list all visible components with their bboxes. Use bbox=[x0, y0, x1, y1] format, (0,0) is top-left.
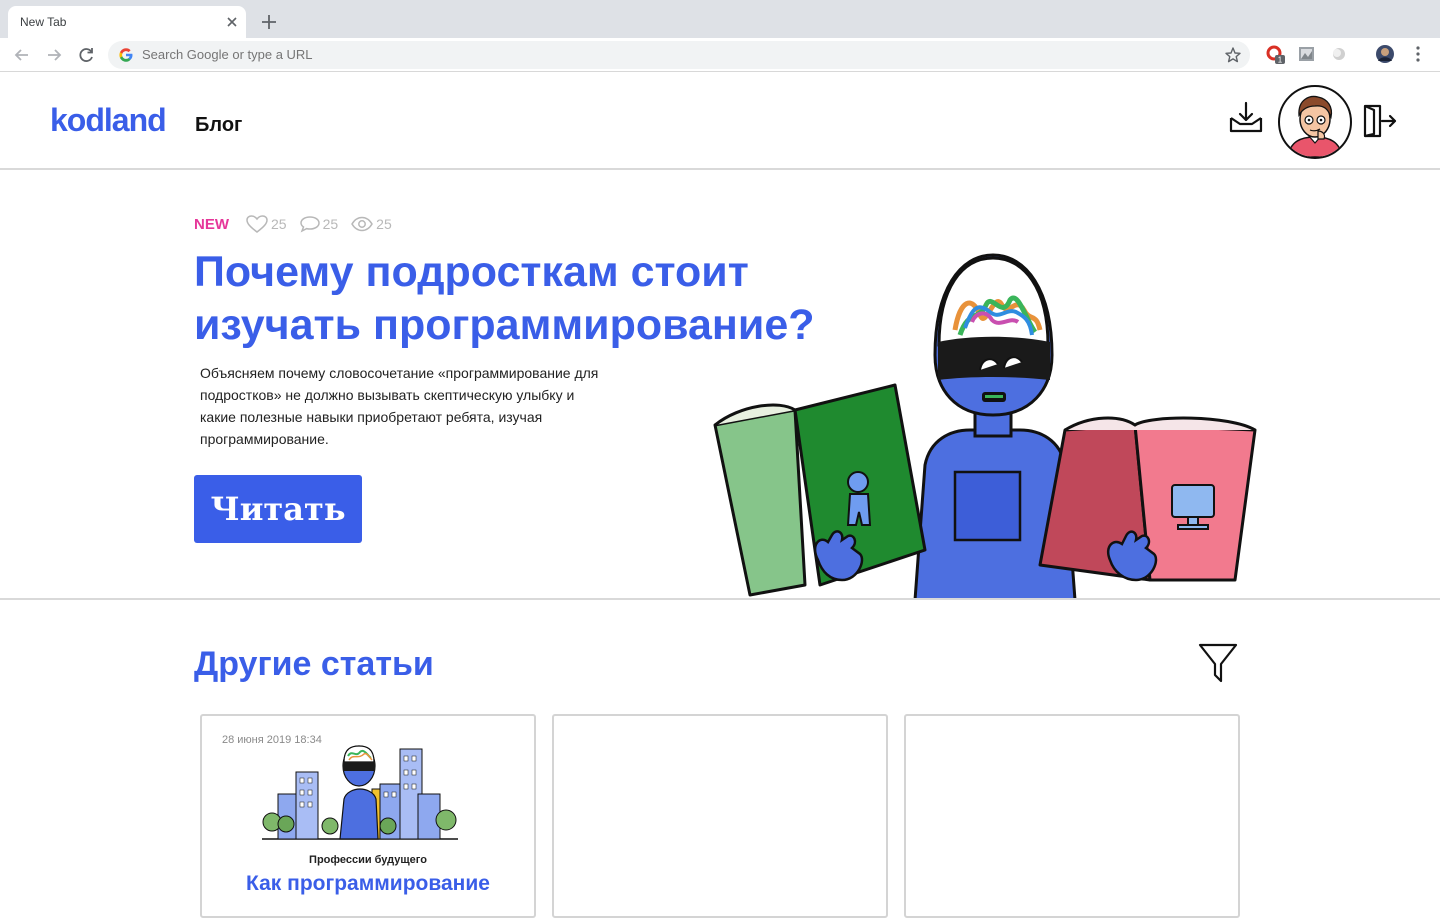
likes-stat[interactable]: 25 bbox=[245, 214, 287, 234]
forward-icon[interactable] bbox=[43, 44, 65, 66]
filter-icon[interactable] bbox=[1198, 642, 1238, 684]
article-description: Объясняем почему словосочетание «програм… bbox=[200, 365, 599, 447]
inbox-download-icon[interactable] bbox=[1228, 100, 1264, 136]
article-meta: NEW 25 25 25 bbox=[194, 214, 404, 234]
card-title[interactable]: Как программирование bbox=[202, 872, 534, 896]
user-avatar-image bbox=[1287, 95, 1343, 157]
reload-icon[interactable] bbox=[75, 44, 97, 66]
comment-icon bbox=[299, 216, 320, 233]
tab-title: New Tab bbox=[20, 15, 67, 29]
site-header: kodland Блог bbox=[0, 72, 1440, 170]
profile-avatar-icon[interactable] bbox=[1375, 44, 1395, 64]
views-count: 25 bbox=[376, 216, 392, 232]
article-card[interactable]: 28 июня 2019 18:34 Профессии будущего Ка… bbox=[200, 714, 536, 918]
new-tab-icon[interactable] bbox=[258, 11, 280, 33]
likes-count: 25 bbox=[271, 216, 287, 232]
close-icon[interactable] bbox=[222, 12, 242, 32]
other-articles-heading: Другие статьи bbox=[194, 645, 434, 683]
extension-icon[interactable]: 1 bbox=[1265, 44, 1285, 64]
read-button[interactable]: Читать bbox=[194, 475, 362, 543]
extension-badge: 1 bbox=[1278, 56, 1283, 65]
google-icon bbox=[119, 48, 133, 62]
circle-extension-icon[interactable] bbox=[1329, 44, 1349, 64]
heart-icon bbox=[246, 215, 268, 233]
card-category: Профессии будущего bbox=[309, 854, 427, 866]
city-robot-illustration bbox=[262, 745, 458, 840]
article-card[interactable] bbox=[904, 714, 1240, 918]
menu-dots-icon[interactable] bbox=[1408, 44, 1428, 64]
omnibox-input[interactable] bbox=[142, 47, 1142, 62]
article-card[interactable] bbox=[552, 714, 888, 918]
browser-tabstrip: New Tab bbox=[0, 0, 1440, 38]
kodland-logo[interactable]: kodland bbox=[50, 102, 167, 139]
eye-icon bbox=[351, 216, 374, 232]
browser-tab[interactable]: New Tab bbox=[8, 6, 246, 38]
bookmark-star-icon[interactable] bbox=[1224, 46, 1242, 64]
views-stat: 25 bbox=[350, 214, 392, 234]
photo-extension-icon[interactable] bbox=[1297, 44, 1317, 64]
featured-article: NEW 25 25 25 Почему подросткам стоит изу… bbox=[0, 170, 1440, 600]
browser-toolbar: 1 bbox=[0, 38, 1440, 72]
comments-count: 25 bbox=[322, 216, 339, 232]
new-badge: NEW bbox=[194, 215, 229, 233]
logout-icon[interactable] bbox=[1362, 104, 1398, 138]
omnibox[interactable] bbox=[108, 41, 1250, 69]
back-icon[interactable] bbox=[11, 44, 33, 66]
comments-stat[interactable]: 25 bbox=[299, 214, 339, 234]
user-avatar[interactable] bbox=[1278, 85, 1352, 159]
robot-reading-illustration bbox=[713, 253, 1257, 598]
section-title: Блог bbox=[195, 114, 243, 136]
